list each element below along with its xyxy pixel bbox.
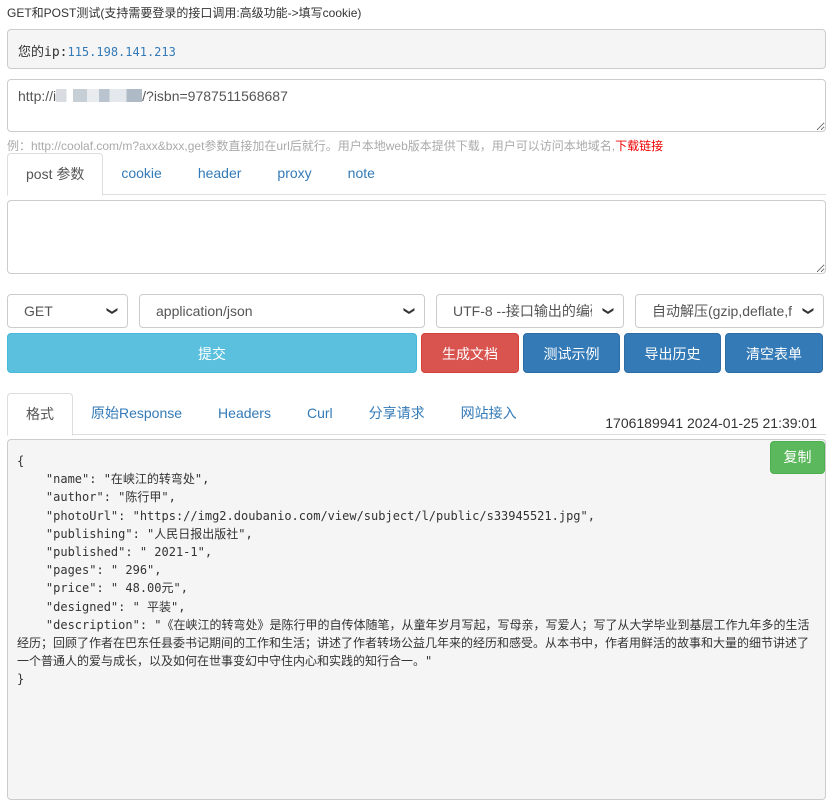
clear-form-button[interactable]: 清空表单 [725, 333, 823, 373]
chevron-down-icon: ❯ [592, 304, 623, 318]
tab-cookie[interactable]: cookie [103, 153, 179, 195]
method-select[interactable]: GET ❯ [7, 294, 128, 328]
tab-site-integration[interactable]: 网站接入 [443, 393, 535, 435]
content-type-value: application/json [156, 303, 253, 319]
hint-text: 例：http://coolaf.com/m?axx&bxx,get参数直接加在u… [7, 139, 616, 153]
download-link[interactable]: 下载链接 [615, 139, 663, 153]
page-title: GET和POST测试(支持需要登录的接口调用:高级功能->填写cookie) [7, 6, 362, 20]
export-history-button[interactable]: 导出历史 [624, 333, 721, 373]
response-timestamp: 1706189941 2024-01-25 21:39:01 [605, 415, 817, 431]
test-example-button[interactable]: 测试示例 [523, 333, 620, 373]
ip-value: 115.198.141.213 [67, 45, 176, 59]
generate-doc-button[interactable]: 生成文档 [421, 333, 519, 373]
chevron-down-icon: ❯ [403, 306, 415, 316]
submit-button[interactable]: 提交 [7, 333, 417, 373]
response-body[interactable]: { "name": "在峡江的转弯处", "author": "陈行甲", "p… [7, 439, 826, 800]
ip-label: 您的ip: [18, 45, 68, 60]
tab-note[interactable]: note [330, 153, 393, 195]
encoding-select[interactable]: UTF-8 --接口输出的编码 ❯ [436, 294, 624, 328]
copy-button[interactable]: 复制 [770, 441, 825, 474]
request-tabs: post 参数 cookie header proxy note [7, 153, 826, 196]
chevron-down-icon: ❯ [792, 304, 823, 318]
tab-header[interactable]: header [180, 153, 260, 195]
chevron-down-icon: ❯ [106, 306, 118, 316]
url-input[interactable] [7, 79, 826, 132]
tab-headers[interactable]: Headers [200, 393, 289, 435]
method-value: GET [24, 303, 53, 319]
tab-raw-response[interactable]: 原始Response [73, 393, 200, 435]
content-type-select[interactable]: application/json ❯ [139, 294, 425, 328]
decompress-select[interactable]: 自动解压(gzip,deflate,f ❯ [635, 294, 824, 328]
tab-format[interactable]: 格式 [7, 393, 73, 436]
tab-share-request[interactable]: 分享请求 [351, 393, 443, 435]
tab-post-params[interactable]: post 参数 [7, 153, 104, 196]
tab-proxy[interactable]: proxy [259, 153, 329, 195]
ip-display: 您的ip:115.198.141.213 [7, 29, 826, 69]
tab-curl[interactable]: Curl [289, 393, 351, 435]
url-hint: 例：http://coolaf.com/m?axx&bxx,get参数直接加在u… [7, 137, 663, 154]
encoding-value: UTF-8 --接口输出的编码 [453, 303, 604, 319]
post-body-input[interactable] [7, 200, 826, 274]
decompress-value: 自动解压(gzip,deflate,f [652, 303, 793, 319]
